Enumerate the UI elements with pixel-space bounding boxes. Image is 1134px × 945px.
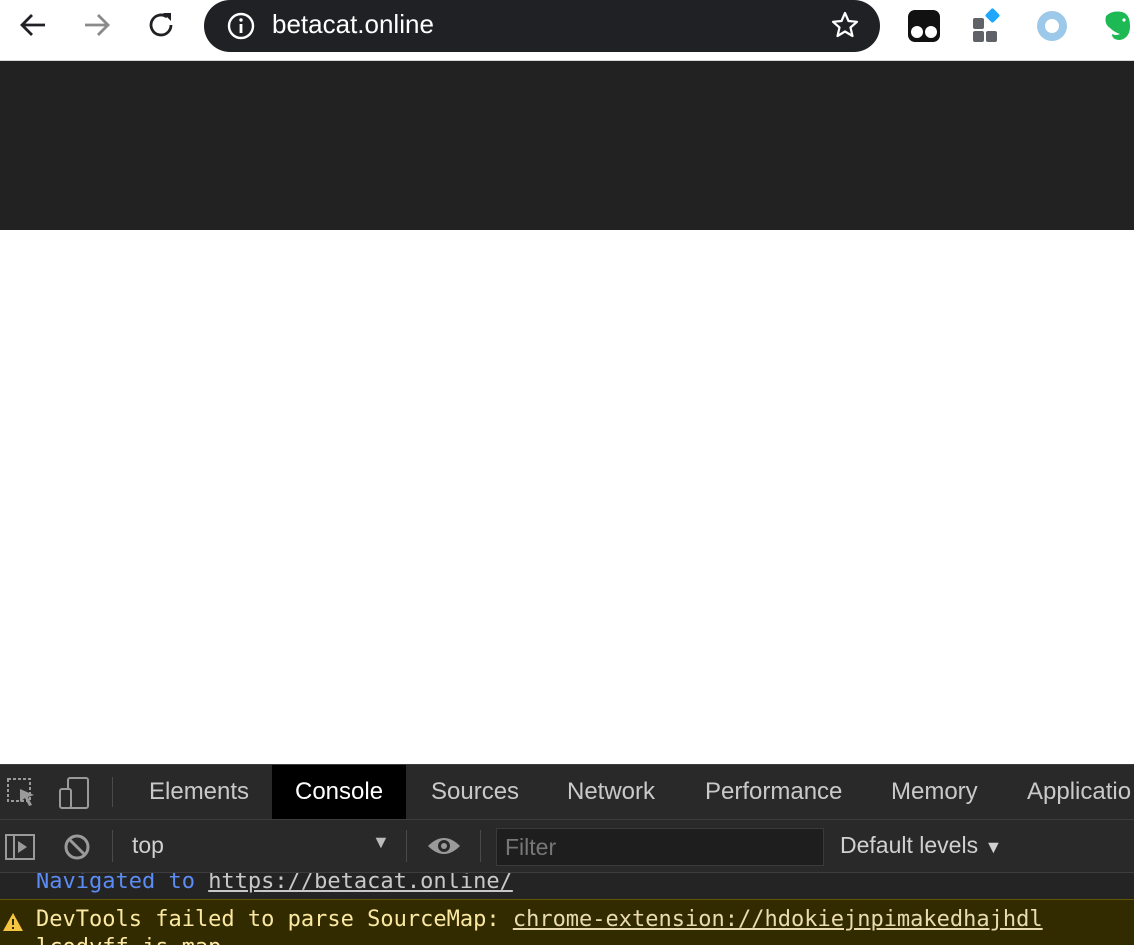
reload-button[interactable]: [144, 8, 178, 42]
show-sidebar-icon[interactable]: [4, 832, 36, 862]
inspect-element-icon[interactable]: [6, 777, 38, 809]
back-button[interactable]: [16, 8, 50, 42]
url-text: betacat.online: [272, 9, 434, 39]
apps-extension-icon[interactable]: [970, 8, 1006, 44]
tab-console[interactable]: Console: [272, 765, 407, 819]
clear-console-icon[interactable]: [62, 832, 92, 862]
context-dropdown-arrow-icon[interactable]: ▼: [372, 832, 390, 853]
toolbar-separator: [480, 830, 481, 862]
navigated-prefix: Navigated to: [36, 873, 209, 894]
tab-separator: [112, 777, 113, 807]
toolbar-separator: [406, 830, 407, 862]
reload-icon: [149, 13, 173, 37]
warning-url-link[interactable]: chrome-extension://hdokiejnpimakedhajhdl: [513, 907, 1043, 932]
warning-message: DevTools failed to parse SourceMap: chro…: [36, 907, 1043, 932]
tab-memory[interactable]: Memory: [891, 765, 978, 819]
devtools-panel: Elements Console Sources Network Perform…: [0, 764, 1134, 945]
live-expression-eye-icon[interactable]: [426, 834, 462, 858]
tab-application[interactable]: Applicatio: [1027, 765, 1131, 819]
warning-prefix: DevTools failed to parse SourceMap:: [36, 907, 513, 932]
navigated-url-link[interactable]: https://betacat.online/: [208, 873, 513, 894]
log-levels-dropdown[interactable]: Default levels ▼: [840, 832, 1002, 859]
devtools-tab-bar: Elements Console Sources Network Perform…: [0, 765, 1134, 820]
evernote-extension-icon[interactable]: [1098, 8, 1134, 44]
levels-dropdown-arrow-icon: ▼: [984, 837, 1003, 857]
toolbar-separator: [112, 830, 113, 862]
forward-arrow-icon: [85, 14, 110, 36]
warning-icon: [3, 913, 23, 931]
filter-input[interactable]: [497, 829, 823, 865]
console-message-warning: DevTools failed to parse SourceMap: chro…: [0, 899, 1134, 945]
filter-box: [496, 828, 824, 866]
tab-sources[interactable]: Sources: [431, 765, 519, 819]
info-icon[interactable]: [226, 11, 256, 41]
console-message-navigated: Navigated to https://betacat.online/: [0, 873, 1134, 899]
tab-performance[interactable]: Performance: [705, 765, 842, 819]
tab-elements[interactable]: Elements: [149, 765, 249, 819]
log-levels-label: Default levels: [840, 832, 979, 858]
page-body: [0, 230, 1134, 764]
device-toolbar-icon[interactable]: [58, 777, 92, 809]
console-toolbar: top ▼ Default levels ▼: [0, 820, 1134, 873]
console-output: Navigated to https://betacat.online/ Dev…: [0, 873, 1134, 945]
context-selector[interactable]: top: [132, 832, 164, 859]
address-bar[interactable]: betacat.online: [204, 0, 880, 52]
browser-toolbar: betacat.online: [0, 0, 1134, 61]
tab-network[interactable]: Network: [567, 765, 655, 819]
page-header-banner: [0, 61, 1134, 230]
navigated-message: Navigated to https://betacat.online/: [36, 873, 513, 894]
back-arrow-icon: [20, 14, 45, 36]
circle-extension-icon[interactable]: [1034, 8, 1070, 44]
bookmark-star-icon[interactable]: [830, 10, 860, 40]
tampermonkey-extension-icon[interactable]: [906, 8, 942, 44]
forward-button[interactable]: [80, 8, 114, 42]
